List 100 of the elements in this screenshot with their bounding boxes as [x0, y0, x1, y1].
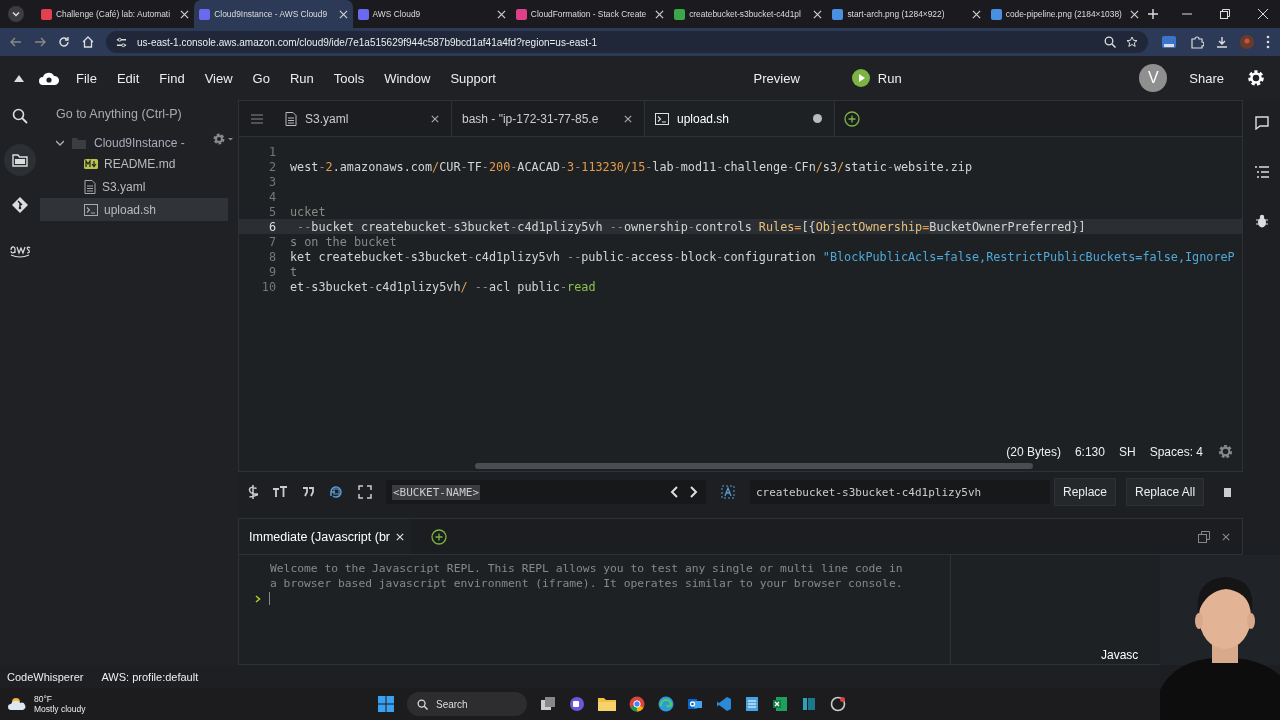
cloud-icon[interactable]	[8, 697, 28, 711]
replace-button[interactable]: Replace All	[1126, 478, 1205, 506]
browser-tab[interactable]: start-arch.png (1284×922)	[827, 0, 986, 28]
settings-icon[interactable]	[1246, 68, 1266, 88]
scrollbar-thumb[interactable]	[475, 463, 1033, 469]
restore-icon[interactable]	[1219, 9, 1230, 19]
share-button[interactable]: Share	[1181, 66, 1232, 90]
editor-status-text[interactable]: Spaces: 4	[1149, 444, 1203, 459]
home-icon[interactable]	[82, 36, 94, 48]
close-icon[interactable]	[813, 9, 823, 19]
download-icon[interactable]	[1216, 36, 1228, 48]
next-icon[interactable]	[690, 486, 698, 498]
editor-status-text[interactable]: 6:130	[1074, 444, 1105, 459]
git-icon[interactable]	[11, 196, 29, 214]
folder-icon[interactable]	[4, 144, 36, 176]
replace-field[interactable]: createbucket-s3bucket-c4d1plizy5vh	[750, 480, 1050, 504]
menu-item[interactable]: Find	[159, 70, 185, 86]
close-icon[interactable]	[338, 9, 348, 19]
file-tree-item[interactable]: README.md	[40, 152, 228, 175]
mail-icon[interactable]	[687, 696, 703, 712]
maximize-icon[interactable]	[1198, 530, 1210, 543]
profile-icon[interactable]	[1240, 35, 1254, 49]
previous-icon[interactable]	[670, 486, 678, 498]
outline-icon[interactable]	[1254, 166, 1269, 178]
menu-item[interactable]: Window	[384, 70, 431, 86]
close-icon[interactable]	[624, 114, 632, 123]
zoom-icon[interactable]	[1104, 36, 1116, 48]
find-field[interactable]: <BUCKET-NAME>	[386, 480, 706, 504]
match-case-icon[interactable]	[272, 486, 288, 498]
menu-item[interactable]: File	[76, 70, 97, 86]
close-find-icon[interactable]	[1224, 487, 1232, 497]
spreadsheet-icon[interactable]	[772, 696, 788, 712]
expand-icon[interactable]	[358, 485, 372, 499]
app-icon[interactable]	[801, 696, 817, 712]
reload-icon[interactable]	[58, 36, 70, 48]
menu-item[interactable]: Support	[450, 70, 496, 86]
back-icon[interactable]	[10, 36, 22, 48]
temperature-text[interactable]: 80°F	[34, 694, 86, 704]
file-tree-item[interactable]: upload.sh	[40, 198, 228, 221]
browser-tab[interactable]: AWS Cloud9	[352, 0, 511, 28]
close-icon[interactable]	[1129, 9, 1139, 19]
forward-icon[interactable]	[34, 36, 46, 48]
puzzle-icon[interactable]	[1190, 35, 1204, 49]
wrap-icon[interactable]	[328, 484, 344, 500]
close-icon[interactable]	[655, 9, 665, 19]
unsaved-dot-icon[interactable]	[813, 114, 822, 123]
chat-icon[interactable]	[569, 696, 585, 712]
close-icon[interactable]	[971, 9, 981, 19]
run-button[interactable]: Run	[843, 65, 910, 91]
editor-status-text[interactable]: SH	[1118, 444, 1136, 459]
new-tab-icon[interactable]	[1147, 9, 1158, 19]
more-icon[interactable]	[1266, 35, 1270, 49]
windows-start-icon[interactable]	[378, 696, 394, 712]
add-tab-icon[interactable]	[431, 528, 447, 545]
file-tree-item[interactable]: S3.yaml	[40, 175, 228, 198]
close-icon[interactable]	[180, 9, 190, 19]
quote-icon[interactable]	[302, 487, 314, 497]
close-icon[interactable]	[431, 114, 439, 123]
chat-icon[interactable]	[1254, 116, 1269, 130]
task-view-icon[interactable]	[540, 696, 556, 712]
editor-status-text[interactable]: (20 Bytes)	[1006, 444, 1061, 459]
chevron-icon[interactable]	[56, 139, 64, 147]
browser-tab[interactable]: Challenge (Café) lab: Automati	[36, 0, 195, 28]
menu-item[interactable]: View	[204, 70, 233, 86]
cloud-logo-icon[interactable]	[38, 70, 60, 86]
menu-item[interactable]: Run	[289, 70, 314, 86]
menu-item[interactable]: Tools	[333, 70, 365, 86]
collapse-icon[interactable]	[14, 74, 24, 82]
folder-icon[interactable]	[598, 697, 616, 711]
console-tab[interactable]: Immediate (Javascript (br	[239, 519, 410, 554]
status-text[interactable]: AWS: profile:default	[101, 670, 199, 683]
preview-button[interactable]: Preview	[745, 66, 808, 90]
taskbar-search-field[interactable]: Search	[407, 692, 527, 716]
menu-item[interactable]: Edit	[116, 70, 140, 86]
regex-icon[interactable]	[248, 485, 258, 499]
go-to-anything-field[interactable]: Go to Anything (Ctrl-P)	[54, 106, 228, 122]
editor-tab[interactable]: S3.yaml	[275, 101, 452, 136]
close-icon[interactable]	[496, 9, 506, 19]
search-icon[interactable]	[12, 108, 28, 124]
notepad-icon[interactable]	[745, 696, 759, 712]
replace-icon[interactable]	[720, 484, 736, 500]
weather-text[interactable]: Mostly cloudy	[34, 704, 86, 714]
browser-tab[interactable]: code-pipeline.png (2184×1038)	[985, 0, 1144, 28]
browser-icon[interactable]	[629, 696, 645, 712]
bug-icon[interactable]	[1255, 214, 1268, 228]
star-icon[interactable]	[1126, 36, 1138, 48]
folder-tree-item[interactable]: Cloud9Instance -	[56, 136, 185, 150]
browser-icon[interactable]	[658, 696, 674, 712]
extension-icon[interactable]	[1160, 34, 1178, 50]
browser-tab[interactable]: Cloud9Instance - AWS Cloud9	[194, 0, 353, 28]
tab-list-icon[interactable]	[8, 6, 24, 22]
status-text[interactable]: CodeWhisperer	[7, 670, 84, 683]
app-icon[interactable]	[830, 696, 846, 712]
replace-button[interactable]: Replace	[1054, 478, 1117, 506]
menu-item[interactable]: Go	[252, 70, 270, 86]
code-editor-icon[interactable]	[716, 696, 732, 712]
browser-tab[interactable]: CloudFormation - Stack Create	[510, 0, 670, 28]
browser-tab[interactable]: createbucket-s3bucket-c4d1pl	[669, 0, 828, 28]
editor-tab[interactable]: upload.sh	[645, 101, 835, 136]
site-info-icon[interactable]	[116, 36, 127, 48]
